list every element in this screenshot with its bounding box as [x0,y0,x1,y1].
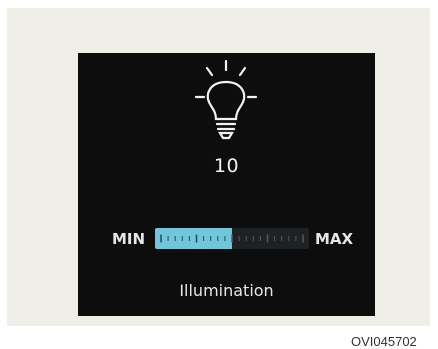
illumination-value: 10 [213,155,240,177]
slider-fill [155,228,232,249]
illumination-screen: 10 MIN MAX Illumination [78,53,375,316]
slider-ticks [155,228,304,249]
min-label: MIN [112,230,146,248]
max-label: MAX [315,230,354,248]
illumination-slider[interactable] [155,228,309,249]
figure-code: OVI045702 [351,334,417,349]
illumination-caption: Illumination [179,281,274,300]
light-bulb-icon [194,59,258,140]
figure-panel: 10 MIN MAX Illumination OVI045702 [7,8,430,349]
